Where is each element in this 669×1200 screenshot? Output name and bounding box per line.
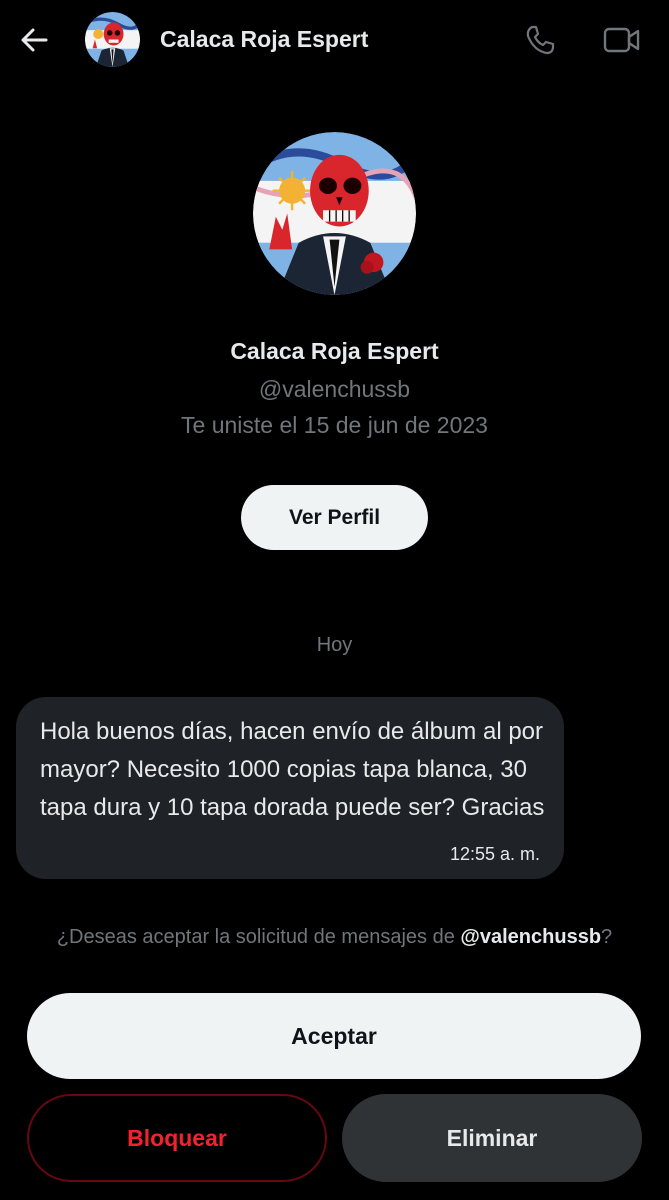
- call-button[interactable]: [520, 20, 560, 60]
- profile-joined-date: Te uniste el 15 de jun de 2023: [181, 412, 488, 438]
- message-request-prompt: ¿Deseas aceptar la solicitud de mensajes…: [0, 926, 669, 949]
- accept-button[interactable]: Aceptar: [27, 993, 641, 1079]
- message-bubble[interactable]: Hola buenos días, hacen envío de álbum a…: [16, 697, 564, 879]
- back-button[interactable]: [16, 22, 52, 58]
- header-avatar[interactable]: [85, 12, 140, 67]
- request-prompt-suffix: ?: [601, 926, 613, 948]
- phone-icon: [526, 25, 555, 55]
- view-profile-button[interactable]: Ver Perfil: [241, 485, 428, 550]
- block-button[interactable]: Bloquear: [27, 1094, 327, 1182]
- conversation-header: Calaca Roja Espert: [0, 0, 669, 80]
- delete-button[interactable]: Eliminar: [342, 1094, 642, 1182]
- profile-name: Calaca Roja Espert: [230, 338, 439, 364]
- message-text: Hola buenos días, hacen envío de álbum a…: [40, 718, 545, 821]
- request-prompt-handle[interactable]: @valenchussb: [460, 926, 601, 948]
- request-prompt-prefix: ¿Deseas aceptar la solicitud de mensajes…: [56, 926, 461, 948]
- date-separator: Hoy: [316, 634, 353, 656]
- profile-handle: @valenchussb: [258, 376, 411, 402]
- message-timestamp: 12:55 a. m.: [449, 844, 540, 864]
- arrow-left-icon: [21, 28, 48, 52]
- header-title[interactable]: Calaca Roja Espert: [160, 26, 368, 53]
- profile-avatar[interactable]: [253, 132, 416, 295]
- avatar-image: [253, 132, 416, 295]
- video-camera-icon: [603, 27, 640, 53]
- avatar-image: [85, 12, 140, 67]
- video-call-button[interactable]: [600, 20, 644, 60]
